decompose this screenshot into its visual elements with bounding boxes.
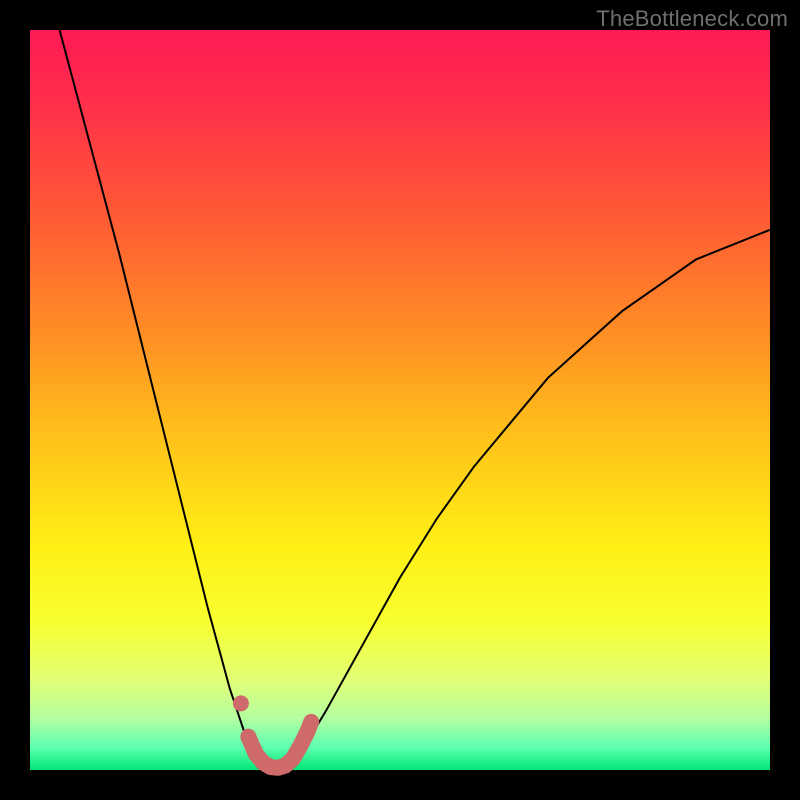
- highlighted-range-segment: [248, 722, 311, 768]
- curve-layer: [30, 30, 770, 770]
- chart-frame: TheBottleneck.com: [0, 0, 800, 800]
- highlighted-range-dot: [233, 695, 249, 711]
- watermark-text: TheBottleneck.com: [596, 6, 788, 32]
- plot-area: [30, 30, 770, 770]
- bottleneck-curve: [60, 30, 770, 770]
